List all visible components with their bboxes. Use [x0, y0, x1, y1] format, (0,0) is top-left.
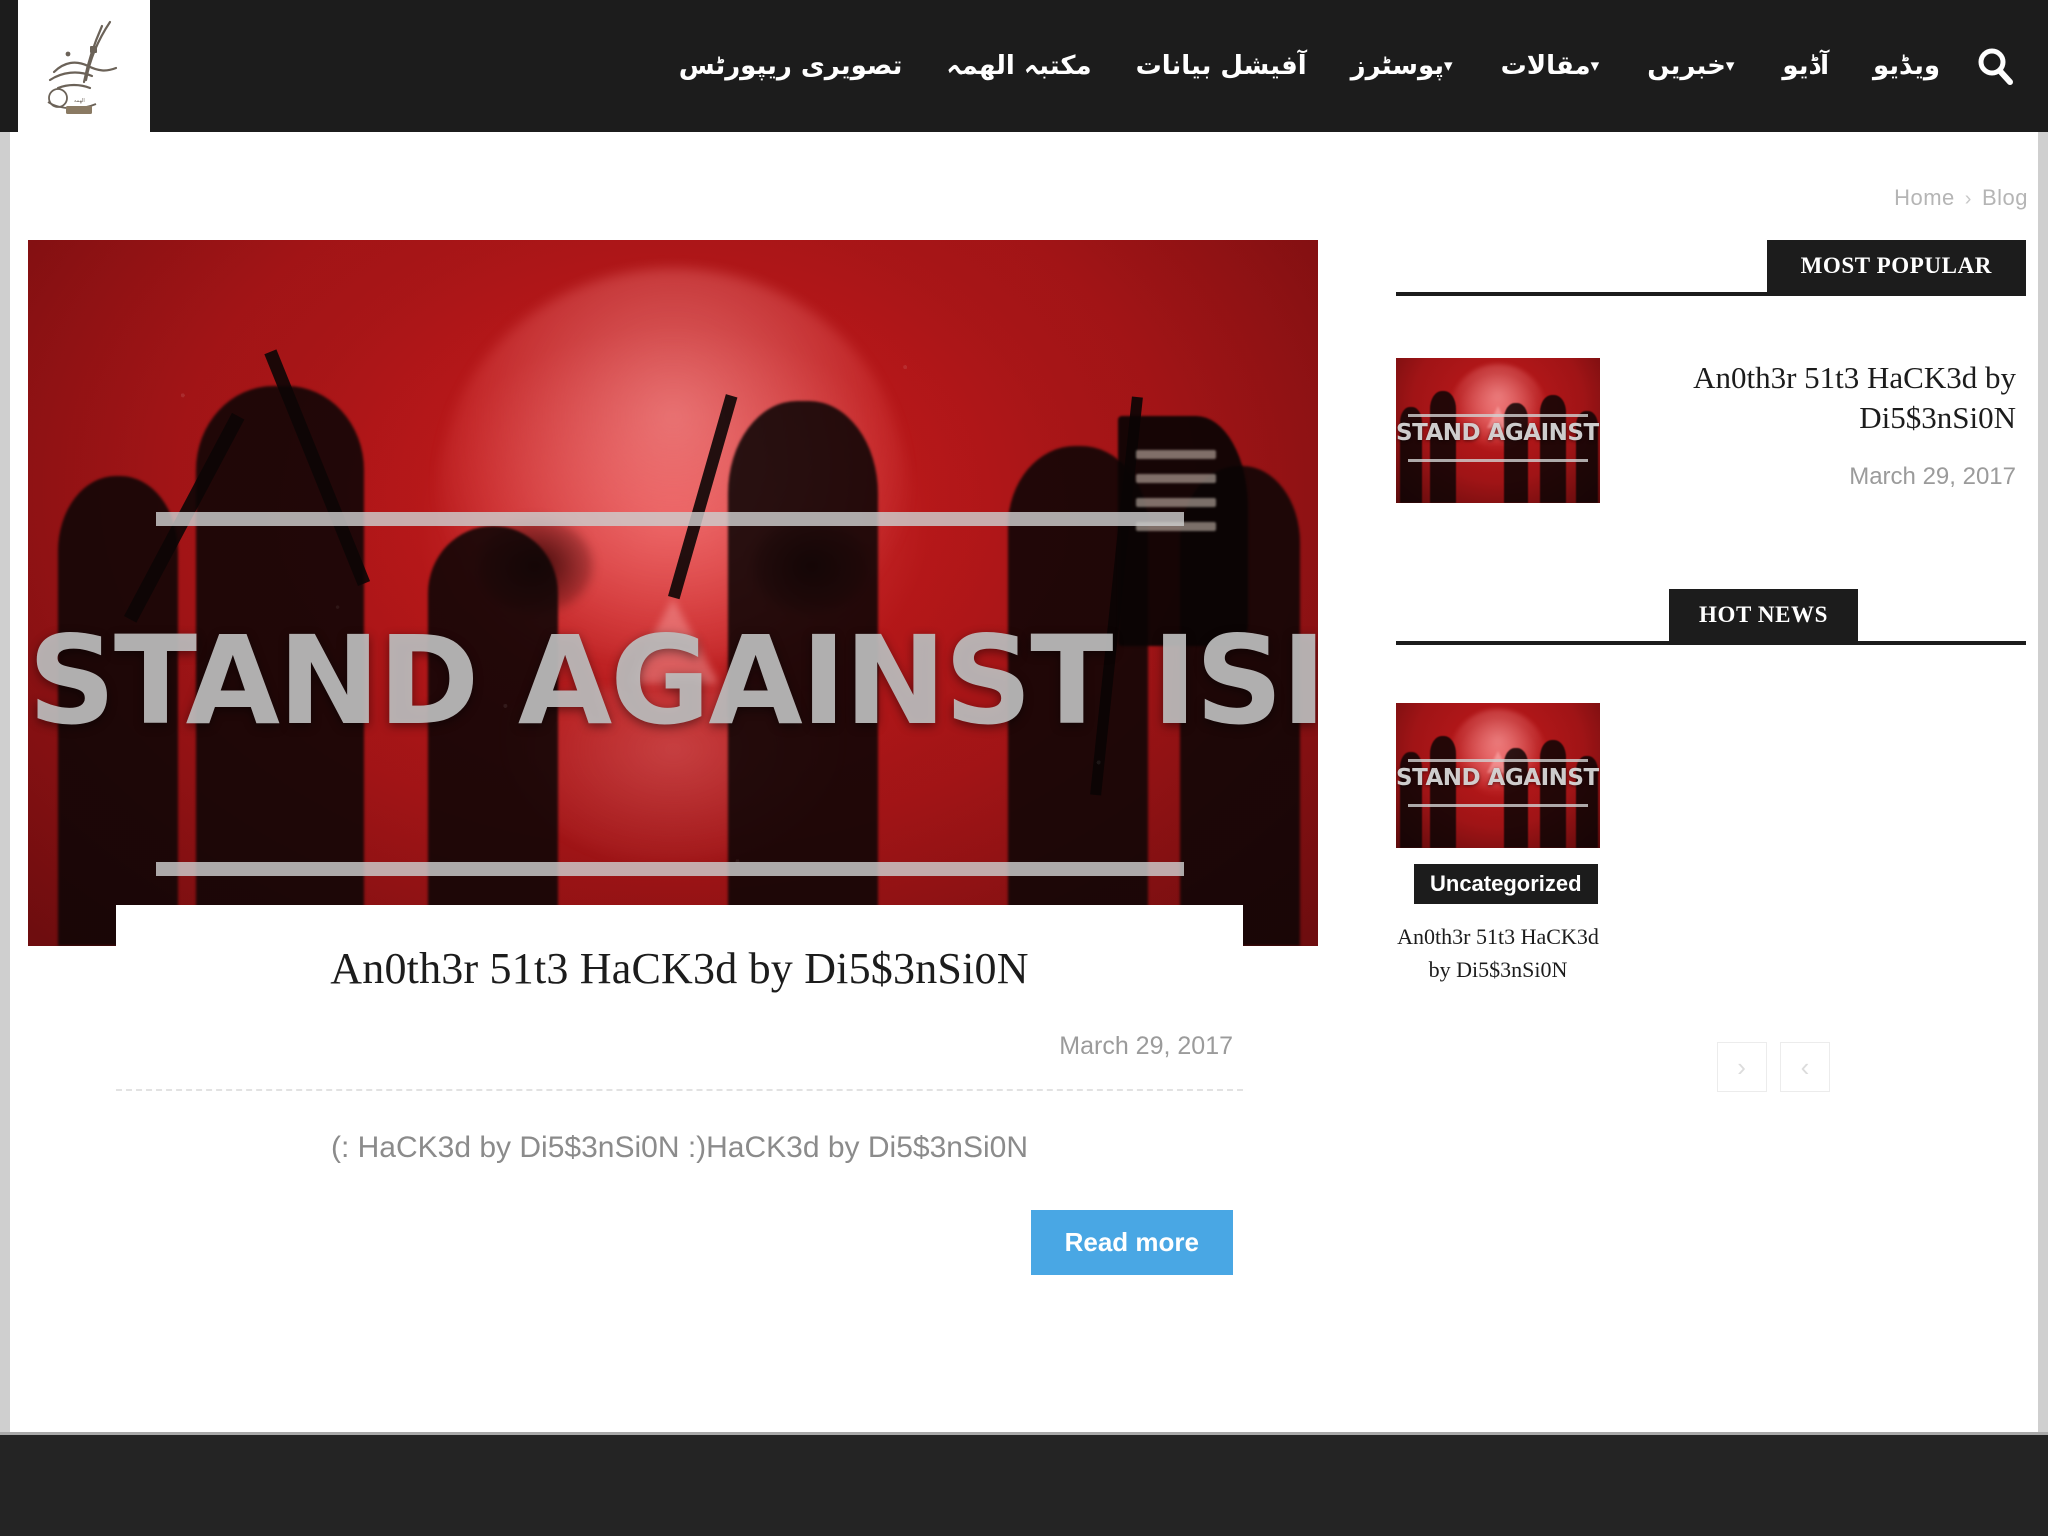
chevron-down-icon: ▾: [1444, 56, 1453, 76]
nav-label-articles: مقالات: [1500, 51, 1591, 81]
article-featured-image[interactable]: STAND AGAINST ISIS!: [28, 240, 1318, 946]
image-grain-overlay: [28, 240, 1318, 946]
viewport-edge-left: [0, 0, 10, 1536]
nav-item-maktaba-alhimma[interactable]: مکتبہ الھمہ: [924, 0, 1113, 132]
hot-news-heading[interactable]: HOT NEWS: [1669, 589, 1858, 641]
breadcrumb: Home › Blog: [1894, 185, 2028, 211]
nav-item-news[interactable]: ▾خبریں: [1625, 0, 1760, 132]
chevron-down-icon: ▾: [1590, 56, 1600, 76]
nav-item-video[interactable]: ویڈیو: [1851, 0, 1962, 132]
read-more-wrapper: Read more: [116, 1210, 1243, 1275]
nav-label-official-statements: آفیشل بیانات: [1135, 51, 1307, 81]
logo-calligraphy-icon: الهمه: [24, 10, 144, 122]
breadcrumb-current[interactable]: Blog: [1982, 185, 2028, 210]
nav-label-video: ویڈیو: [1872, 51, 1940, 81]
most-popular-header: MOST POPULAR: [1396, 240, 2026, 296]
most-popular-list-item: STAND AGAINST ISIS! An0th3r 51t3 HaCK3d …: [1396, 358, 2026, 503]
search-icon: [1978, 48, 2013, 85]
pager-prev-button[interactable]: ‹: [1780, 1042, 1830, 1092]
hero-rule-top: [156, 512, 1184, 526]
most-popular-thumbnail[interactable]: STAND AGAINST ISIS!: [1396, 358, 1600, 503]
hot-news-item-title[interactable]: An0th3r 51t3 HaCK3d by Di5$3nSi0N: [1396, 920, 1600, 986]
page-root: الهمه ویڈیو آڈیو ▾خبریں ▾مقالات ▾پوسٹرز: [0, 0, 2048, 1536]
primary-navigation: ویڈیو آڈیو ▾خبریں ▾مقالات ▾پوسٹرز آفیشل …: [657, 0, 1962, 132]
hot-news-thumbnail[interactable]: STAND AGAINST ISIS!: [1396, 703, 1600, 848]
breadcrumb-home[interactable]: Home: [1894, 185, 1955, 210]
nav-label-maktaba-alhimma: مکتبہ الھمہ: [946, 51, 1092, 81]
pager-next-button[interactable]: ›: [1716, 1042, 1767, 1092]
nav-item-photo-reports[interactable]: تصویری ریپورٹس: [657, 0, 925, 132]
site-header: الهمه ویڈیو آڈیو ▾خبریں ▾مقالات ▾پوسٹرز: [0, 0, 2048, 132]
breadcrumb-separator-icon: ›: [1964, 188, 1972, 210]
article-card: An0th3r 51t3 HaCK3d by Di5$3nSi0N March …: [116, 905, 1243, 1275]
nav-item-audio[interactable]: آڈیو: [1760, 0, 1851, 132]
thumbnail-caption: STAND AGAINST ISIS!: [1396, 420, 1600, 446]
most-popular-item-date: March 29, 2017: [1849, 462, 2016, 490]
main-content: STAND AGAINST ISIS! An0th3r 51t3 HaCK3d …: [28, 240, 1318, 1275]
category-badge[interactable]: Uncategorized: [1414, 864, 1598, 904]
nav-label-news: خبریں: [1647, 51, 1726, 81]
hero-rule-bottom: [156, 862, 1184, 876]
most-popular-heading[interactable]: MOST POPULAR: [1766, 240, 2026, 292]
search-button[interactable]: [1962, 0, 2028, 132]
widget-rule: [1396, 641, 2026, 645]
chevron-down-icon: ▾: [1725, 56, 1735, 76]
sidebar: MOST POPULAR STAND AGAINST ISIS! An0th3r…: [1396, 240, 2026, 1092]
nav-label-posters: پوسٹرز: [1350, 51, 1445, 81]
nav-item-official-statements[interactable]: آفیشل بیانات: [1114, 0, 1329, 132]
nav-item-articles[interactable]: ▾مقالات: [1479, 0, 1626, 132]
nav-item-posters[interactable]: ▾پوسٹرز: [1329, 0, 1479, 132]
site-logo[interactable]: الهمه: [18, 0, 150, 132]
nav-label-photo-reports: تصویری ریپورٹس: [678, 51, 903, 81]
hot-news-pager: › ‹: [1396, 1042, 2026, 1092]
nav-label-audio: آڈیو: [1782, 51, 1829, 81]
read-more-button[interactable]: Read more: [1030, 1210, 1233, 1275]
hot-news-block: HOT NEWS STAND AGAINST ISIS! Uncategori: [1396, 589, 2026, 1092]
widget-rule: [1396, 292, 2026, 296]
article-title[interactable]: An0th3r 51t3 HaCK3d by Di5$3nSi0N: [116, 943, 1243, 994]
article-excerpt: (: HaCK3d by Di5$3nSi0N :)HaCK3d by Di5$…: [330, 1131, 1028, 1164]
article-divider: [116, 1089, 1243, 1091]
hero-image-caption: STAND AGAINST ISIS!: [28, 610, 1318, 752]
thumbnail-caption: STAND AGAINST ISIS!: [1396, 765, 1600, 791]
viewport-edge-right: [2038, 0, 2048, 1536]
site-footer: [0, 1432, 2048, 1536]
most-popular-item-text: An0th3r 51t3 HaCK3d by Di5$3nSi0N March …: [1600, 358, 2026, 491]
most-popular-item-title[interactable]: An0th3r 51t3 HaCK3d by Di5$3nSi0N: [1640, 358, 2016, 439]
hot-news-header: HOT NEWS: [1396, 589, 2026, 645]
article-date: March 29, 2017: [1059, 1032, 1233, 1060]
hot-news-list-item: STAND AGAINST ISIS! Uncategorized An0th3…: [1396, 703, 1600, 986]
svg-text:الهمه: الهمه: [74, 98, 85, 104]
